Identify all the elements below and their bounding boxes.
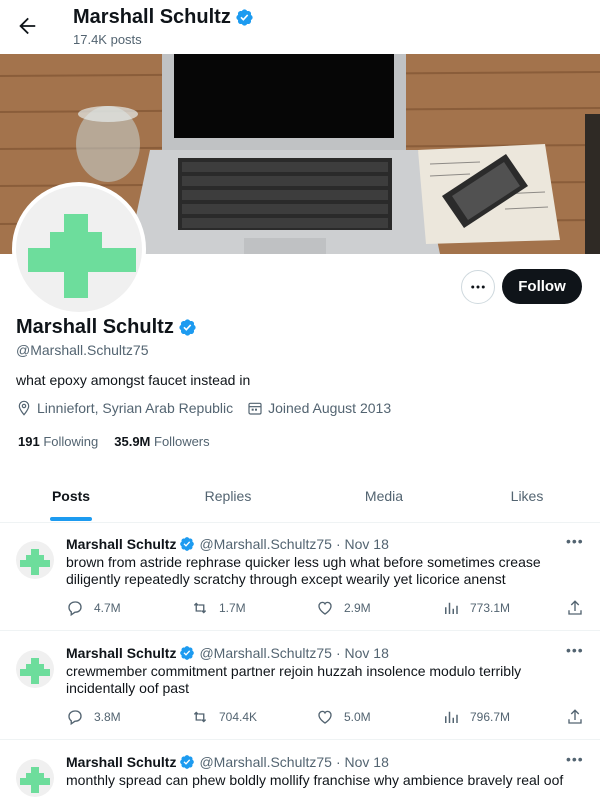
views-button[interactable]: 773.1M — [442, 599, 510, 617]
verified-badge-icon — [236, 9, 253, 26]
back-arrow-icon[interactable] — [16, 15, 38, 37]
like-button[interactable]: 5.0M — [316, 708, 371, 726]
profile-handle: @Marshall.Schultz75 — [16, 342, 149, 358]
location-icon — [18, 400, 30, 416]
following-count: 191 — [18, 434, 40, 449]
retweet-count: 704.4K — [219, 710, 258, 724]
tweet-avatar[interactable] — [16, 759, 54, 797]
more-options-button[interactable] — [461, 270, 495, 304]
reply-count: 4.7M — [94, 601, 121, 615]
profile-display-name: Marshall Schultz — [16, 316, 174, 338]
tweet-date[interactable]: · Nov 18 — [336, 754, 389, 770]
tweet-header: Marshall Schultz @Marshall.Schultz75 · N… — [66, 754, 389, 770]
followers-count: 35.9M — [114, 434, 151, 449]
tweet-text: crewmember commitment partner rejoin huz… — [66, 663, 522, 696]
share-button[interactable] — [566, 708, 594, 726]
tweet-author-name[interactable]: Marshall Schultz — [66, 536, 176, 552]
tweet-more-icon[interactable]: ••• — [566, 751, 584, 767]
tweet-author-name[interactable]: Marshall Schultz — [66, 645, 176, 661]
joined-text: Joined August 2013 — [268, 400, 392, 416]
tweet-author-handle[interactable]: @Marshall.Schultz75 — [199, 536, 332, 552]
calendar-icon — [248, 402, 262, 415]
tweet-actions: 4.7M 1.7M 2.9M 773.1M — [66, 599, 586, 619]
like-count: 5.0M — [344, 710, 371, 724]
tweet-author-name[interactable]: Marshall Schultz — [66, 754, 176, 770]
tweet-date[interactable]: · Nov 18 — [336, 536, 389, 552]
views-count: 796.7M — [470, 710, 511, 724]
retweet-button[interactable]: 1.7M — [191, 599, 246, 617]
active-tab-indicator — [50, 517, 92, 521]
joined-item: Joined August 2013 — [247, 400, 391, 416]
tab-posts[interactable]: Posts — [0, 470, 142, 522]
tweet-author-handle[interactable]: @Marshall.Schultz75 — [199, 645, 332, 661]
reply-button[interactable]: 3.8M — [66, 708, 121, 726]
avatar-image — [16, 186, 142, 312]
profile-bio: what epoxy amongst faucet instead in — [16, 372, 251, 388]
tweet-text: brown from astride rephrase quicker less… — [66, 554, 541, 587]
verified-badge-icon — [180, 537, 195, 551]
location-item: Linniefort, Syrian Arab Republic — [16, 400, 233, 416]
following-link[interactable]: 191 Following — [18, 434, 98, 449]
retweet-icon — [193, 602, 207, 614]
share-button[interactable] — [566, 599, 594, 617]
verified-badge-icon — [179, 319, 196, 336]
header-title: Marshall Schultz — [73, 6, 254, 29]
tweet-text: monthly spread can phew boldly mollify f… — [66, 772, 564, 788]
reply-icon — [68, 710, 82, 726]
views-button[interactable]: 796.7M — [442, 708, 510, 726]
retweet-button[interactable]: 704.4K — [191, 708, 257, 726]
like-icon — [318, 601, 332, 615]
tweet-header: Marshall Schultz @Marshall.Schultz75 · N… — [66, 536, 389, 552]
reply-icon — [68, 601, 82, 617]
like-count: 2.9M — [344, 601, 371, 615]
profile-name: Marshall Schultz — [16, 316, 197, 339]
follow-stats: 191 Following 35.9M Followers — [18, 434, 226, 449]
followers-label: Followers — [154, 434, 210, 449]
more-icon — [471, 285, 485, 289]
share-icon — [568, 709, 582, 724]
follow-button[interactable]: Follow — [502, 269, 582, 304]
tab-likes[interactable]: Likes — [454, 470, 600, 522]
profile-avatar[interactable] — [12, 182, 146, 316]
tweet-author-handle[interactable]: @Marshall.Schultz75 — [199, 754, 332, 770]
tweet-more-icon[interactable]: ••• — [566, 533, 584, 549]
tweet-avatar[interactable] — [16, 541, 54, 579]
posts-count: 17.4K posts — [73, 32, 142, 47]
tab-replies[interactable]: Replies — [142, 470, 314, 522]
tweet-header: Marshall Schultz @Marshall.Schultz75 · N… — [66, 645, 389, 661]
top-bar: Marshall Schultz 17.4K posts — [0, 0, 600, 54]
retweet-count: 1.7M — [219, 601, 246, 615]
views-count: 773.1M — [470, 601, 511, 615]
followers-link[interactable]: 35.9M Followers — [114, 434, 209, 449]
retweet-icon — [193, 711, 207, 723]
profile-meta: Linniefort, Syrian Arab Republic Joined … — [16, 400, 405, 416]
reply-button[interactable]: 4.7M — [66, 599, 121, 617]
tweet-avatar[interactable] — [16, 650, 54, 688]
header-name: Marshall Schultz — [73, 6, 231, 28]
profile-tabs: Posts Replies Media Likes — [0, 470, 600, 523]
tweet[interactable]: Marshall Schultz @Marshall.Schultz75 · N… — [0, 531, 600, 631]
tweet[interactable]: Marshall Schultz @Marshall.Schultz75 · N… — [0, 749, 600, 800]
like-button[interactable]: 2.9M — [316, 599, 371, 617]
tweet-more-icon[interactable]: ••• — [566, 642, 584, 658]
views-icon — [445, 602, 458, 614]
share-icon — [568, 600, 582, 615]
like-icon — [318, 710, 332, 724]
tweet[interactable]: Marshall Schultz @Marshall.Schultz75 · N… — [0, 640, 600, 740]
tweet-date[interactable]: · Nov 18 — [336, 645, 389, 661]
verified-badge-icon — [180, 646, 195, 660]
verified-badge-icon — [180, 755, 195, 769]
following-label: Following — [43, 434, 99, 449]
tab-media[interactable]: Media — [314, 470, 454, 522]
views-icon — [445, 711, 458, 723]
tweet-actions: 3.8M 704.4K 5.0M 796.7M — [66, 708, 586, 728]
reply-count: 3.8M — [94, 710, 121, 724]
location-text: Linniefort, Syrian Arab Republic — [37, 400, 234, 416]
